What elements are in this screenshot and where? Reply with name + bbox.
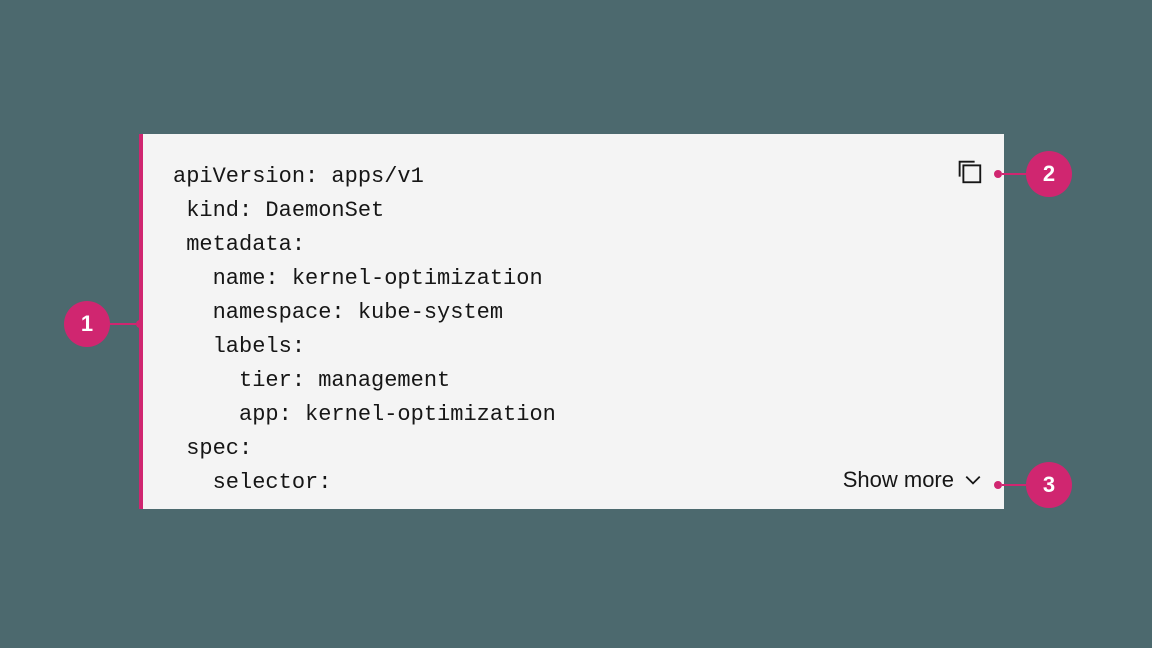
callout-3: 3 bbox=[994, 462, 1072, 508]
callout-dot-2 bbox=[994, 170, 1002, 178]
callout-line-1 bbox=[110, 323, 136, 325]
callout-badge-2: 2 bbox=[1026, 151, 1072, 197]
callout-2: 2 bbox=[994, 151, 1072, 197]
callout-badge-3: 3 bbox=[1026, 462, 1072, 508]
code-snippet-block: apiVersion: apps/v1 kind: DaemonSet meta… bbox=[139, 134, 1004, 509]
callout-dot-3 bbox=[994, 481, 1002, 489]
show-more-label: Show more bbox=[843, 467, 954, 493]
show-more-button[interactable]: Show more bbox=[843, 467, 982, 493]
callout-1: 1 bbox=[64, 301, 144, 347]
copy-button[interactable] bbox=[954, 156, 984, 186]
callout-line-3 bbox=[1002, 484, 1026, 486]
copy-icon bbox=[954, 156, 984, 186]
callout-badge-1: 1 bbox=[64, 301, 110, 347]
code-content: apiVersion: apps/v1 kind: DaemonSet meta… bbox=[173, 160, 556, 500]
callout-line-2 bbox=[1002, 173, 1026, 175]
chevron-down-icon bbox=[964, 471, 982, 489]
